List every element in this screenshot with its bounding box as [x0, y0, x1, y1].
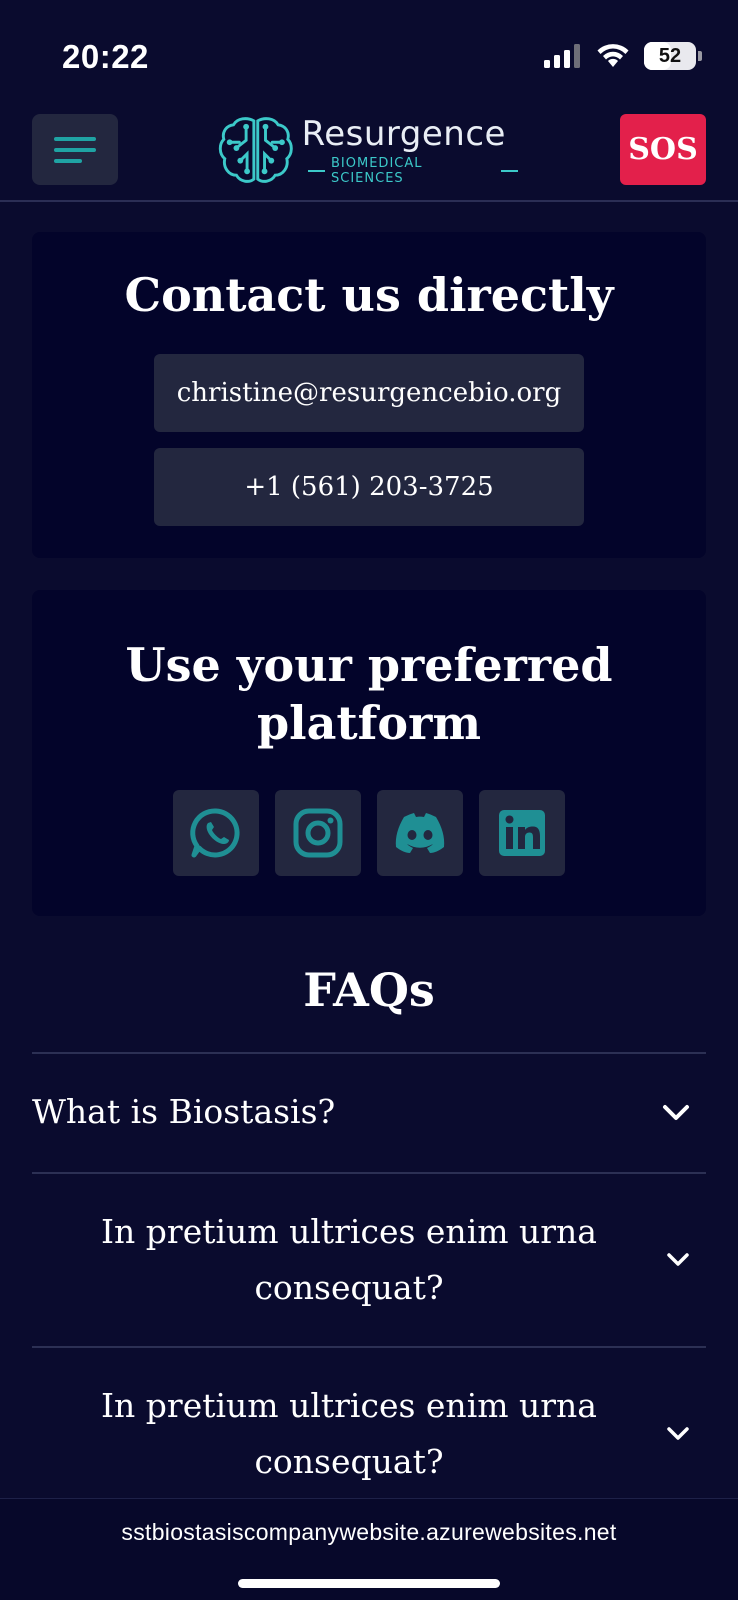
chevron-down-icon: [667, 1427, 689, 1440]
faq-item[interactable]: What is Biostasis?: [32, 1052, 706, 1172]
status-bar: 20:22 52: [0, 0, 738, 100]
home-indicator[interactable]: [238, 1579, 500, 1588]
sos-button[interactable]: SOS: [620, 114, 706, 185]
logo[interactable]: Resurgence BIOMEDICAL SCIENCES: [218, 112, 518, 188]
faq-heading: FAQs: [303, 963, 435, 1017]
discord-button[interactable]: [377, 790, 463, 876]
logo-name: Resurgence: [301, 114, 506, 154]
instagram-icon: [293, 808, 343, 858]
chevron-down-icon: [667, 1253, 689, 1266]
site-header: Resurgence BIOMEDICAL SCIENCES SOS: [0, 100, 738, 202]
browser-url-bar[interactable]: sstbiostasiscompanywebsite.azurewebsites…: [0, 1498, 738, 1600]
platform-title: Use your preferred platform: [125, 638, 613, 750]
faq-question: What is Biostasis?: [32, 1092, 336, 1131]
platform-buttons: [32, 790, 706, 876]
status-time: 20:22: [62, 38, 149, 75]
discord-icon: [395, 813, 445, 853]
url-text[interactable]: sstbiostasiscompanywebsite.azurewebsites…: [0, 1519, 738, 1546]
menu-button[interactable]: [32, 114, 118, 185]
battery-level: 52: [658, 44, 682, 67]
chevron-down-icon: [663, 1105, 689, 1120]
email-button[interactable]: christine@resurgencebio.org: [154, 354, 584, 432]
platform-card: Use your preferred platform: [32, 590, 706, 916]
contact-title: Contact us directly: [124, 268, 614, 322]
faq-list: What is Biostasis? In pretium ultrices e…: [32, 1052, 706, 1520]
whatsapp-icon: [190, 808, 240, 858]
faq-item[interactable]: In pretium ultrices enim urna consequat?: [32, 1172, 706, 1346]
logo-subtitle: BIOMEDICAL SCIENCES: [302, 156, 518, 186]
whatsapp-button[interactable]: [173, 790, 259, 876]
status-icons: 52: [544, 42, 702, 70]
instagram-button[interactable]: [275, 790, 361, 876]
brain-circuit-icon: [218, 117, 293, 183]
faq-question: In pretium ultrices enim urna consequat?: [101, 1386, 597, 1481]
faq-question: In pretium ultrices enim urna consequat?: [101, 1212, 597, 1307]
faq-item[interactable]: In pretium ultrices enim urna consequat?: [32, 1346, 706, 1520]
wifi-icon: [597, 44, 629, 67]
phone-button[interactable]: +1 (561) 203-3725: [154, 448, 584, 526]
linkedin-icon: [499, 810, 545, 856]
linkedin-button[interactable]: [479, 790, 565, 876]
hamburger-menu-icon: [54, 136, 96, 141]
contact-card: Contact us directly christine@resurgence…: [32, 232, 706, 558]
cellular-signal-icon: [544, 44, 580, 68]
battery-icon: 52: [644, 42, 696, 70]
